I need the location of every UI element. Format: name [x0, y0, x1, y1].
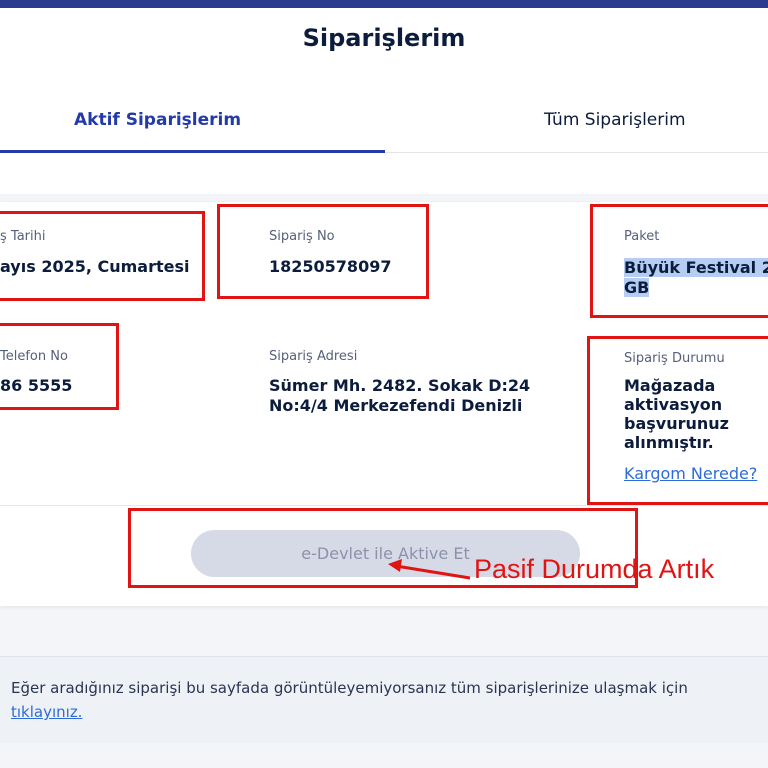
address-label: Sipariş Adresi: [269, 349, 358, 364]
annotation-text: Pasif Durumda Artık: [474, 554, 715, 584]
tab-active-orders[interactable]: Aktif Siparişlerim: [74, 110, 241, 130]
active-tab-indicator: [0, 150, 385, 153]
annotation-arrow-icon: [388, 559, 471, 580]
info-link[interactable]: tıklayınız.: [11, 703, 82, 721]
annotation-box-package: [590, 204, 768, 318]
tab-divider: [385, 152, 768, 153]
annotation-box-status: [587, 336, 768, 505]
address-value: Sümer Mh. 2482. Sokak D:24 No:4/4 Merkez…: [269, 376, 531, 415]
card-divider: [0, 505, 768, 506]
annotation-box-order-no: [217, 204, 429, 299]
page-header: Siparişlerim: [0, 8, 768, 194]
tab-all-orders[interactable]: Tüm Siparişlerim: [544, 110, 686, 130]
annotation-box-phone: [0, 323, 119, 410]
info-box: [0, 656, 768, 743]
info-text: Eğer aradığınız siparişi bu sayfada görü…: [11, 679, 688, 697]
page-title: Siparişlerim: [302, 24, 466, 52]
top-accent-bar: [0, 0, 768, 8]
annotation-box-date: [0, 211, 205, 301]
